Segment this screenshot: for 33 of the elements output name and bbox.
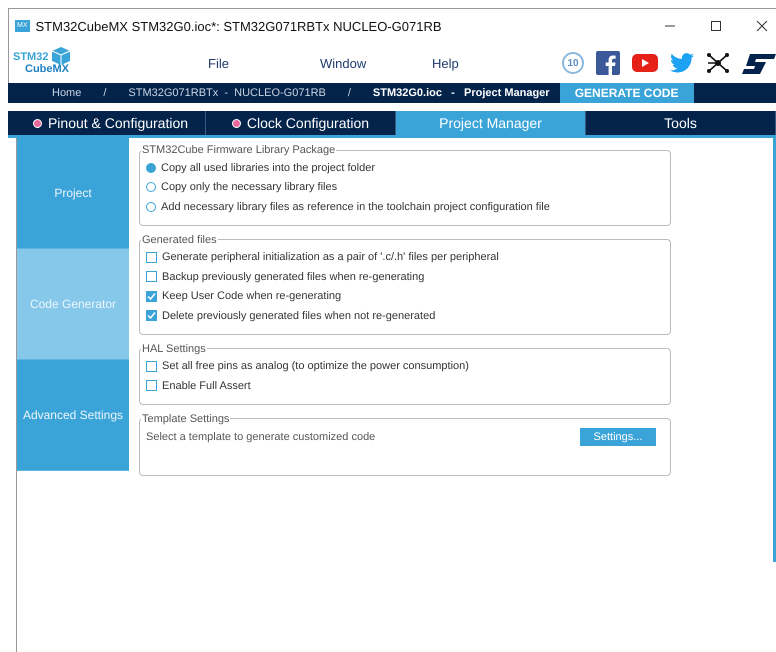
- checkmark-icon: [147, 292, 156, 301]
- radio-option[interactable]: Copy only the necessary library files: [146, 178, 664, 197]
- template-hint: Select a template to generate customized code: [146, 430, 376, 442]
- menu-item[interactable]: File: [208, 56, 320, 70]
- group-title: HAL Settings: [141, 342, 207, 354]
- twitter-icon[interactable]: [670, 53, 694, 73]
- group-title: STM32Cube Firmware Library Package: [141, 144, 336, 156]
- radio-option[interactable]: Add necessary library files as reference in the toolchain project configuration file: [146, 197, 664, 216]
- group-title: Generated files: [141, 234, 218, 246]
- youtube-icon[interactable]: [632, 54, 658, 72]
- checkbox-option[interactable]: Backup previously generated files when re-generating: [146, 267, 664, 286]
- checkbox-option[interactable]: Keep User Code when re-generating: [146, 286, 664, 306]
- breadcrumb-separator: /: [103, 87, 106, 99]
- network-icon[interactable]: [706, 51, 730, 75]
- menu-item[interactable]: Help: [432, 56, 544, 70]
- breadcrumb-separator: /: [348, 87, 351, 99]
- close-icon[interactable]: [756, 20, 768, 32]
- breadcrumb-item[interactable]: STM32G0.ioc - Project Manager: [372, 87, 550, 99]
- facebook-icon[interactable]: [596, 51, 620, 75]
- checkbox-option[interactable]: Enable Full Assert: [146, 376, 664, 396]
- maximize-icon[interactable]: [710, 20, 722, 32]
- checkbox-option[interactable]: Generate peripheral initialization as a pair of '.c/.h' files per peripheral: [146, 248, 664, 267]
- group-title: Template Settings: [141, 412, 230, 424]
- breadcrumb-item[interactable]: Home: [52, 87, 82, 99]
- checkbox-option[interactable]: Delete previously generated files when not re-generated: [146, 306, 664, 326]
- window-title: STM32CubeMX STM32G0.ioc*: STM32G071RBTx NUCLEO-G071RB: [36, 18, 443, 34]
- brand-logo-icon[interactable]: [742, 52, 776, 74]
- app-logo: STM32 CubeMX: [9, 46, 83, 80]
- checkmark-icon: [147, 311, 156, 320]
- radio-option[interactable]: Copy all used libraries into the project folder: [146, 158, 664, 178]
- menu-item[interactable]: Window: [320, 56, 432, 70]
- checkbox-option[interactable]: Set all free pins as analog (to optimize the power consumption): [146, 356, 664, 376]
- breadcrumb-item[interactable]: STM32G071RBTx - NUCLEO-G071RB: [128, 87, 326, 99]
